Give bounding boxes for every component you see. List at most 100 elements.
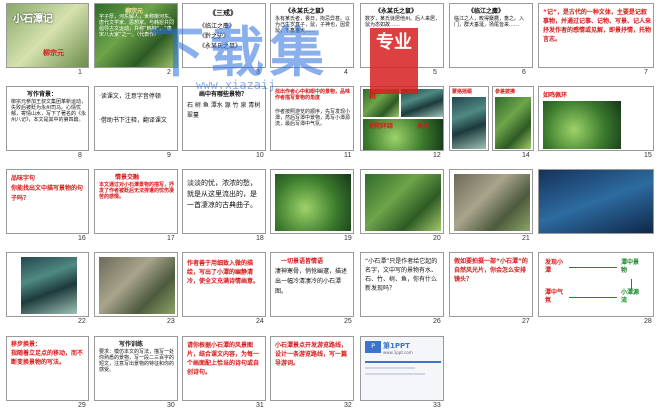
divider: [365, 367, 415, 369]
slide-title: 如鸣佩环: [543, 92, 568, 99]
slide-image: [454, 174, 530, 231]
watermark-badge: 专业: [370, 28, 418, 94]
slide-thumbnail[interactable]: 写作背景： 柳宗元参加王叔文集团革新运动，失败后被贬为永州司马。心情忧郁，寄情山…: [6, 86, 89, 151]
slide-image: [275, 174, 351, 231]
slide-number: 29: [78, 402, 86, 409]
slide-number: 22: [78, 318, 86, 325]
slide-number: 4: [344, 69, 348, 76]
slide-thumbnail[interactable]: “小石潭”只是作者给它起的名字，文中写的景物有水、石、竹、树、鱼，你有什么新发现…: [360, 252, 444, 317]
slide-text: 本文通过对小石潭景物的描写，抒发了作者被贬后无法排遣的忧伤凄苦的感情。: [99, 182, 175, 200]
slide-number: 6: [522, 69, 526, 76]
slide-text: 柳宗元参加王叔文集团革新运动，失败后被贬为永州司马。心情忧郁，寄情山水，写下了著…: [11, 99, 87, 123]
slide-thumbnail[interactable]: [270, 169, 354, 234]
slide-number: 11: [344, 152, 352, 159]
slide-image: [99, 257, 175, 314]
slide-image: [543, 101, 621, 149]
slide-thumbnail[interactable]: 发现小潭 潭中景物 小潭源流 潭中气氛: [538, 252, 654, 317]
slide-title: 《临江之麋》: [468, 8, 505, 15]
slide-sorter-grid: 小石潭记 柳宗元 1 柳宗元 字子厚，河东解人，世称柳河东。唐代文学家、思想家。…: [0, 0, 660, 410]
slide-title: 写作背景：: [27, 91, 58, 98]
slide-number: 9: [167, 152, 171, 159]
slide-image: [21, 257, 77, 314]
slide-title: “记”，是古代的一种文体，主要是记叙事物，并通过记事、记物、写景、记人来抒发作者…: [543, 9, 652, 43]
slide-item: 发现小潭: [545, 259, 564, 274]
slide-title: 小石潭记: [13, 14, 53, 25]
slide-number: 25: [344, 318, 352, 325]
slide-thumbnail[interactable]: 找出作者心中和眼中的景物，品味作者描写景物的角度 作者按照游览的顺序，先写发现小…: [270, 86, 354, 151]
slide-thumbnail[interactable]: [360, 169, 444, 234]
slide-text: 石 树 鱼 潭水 源 竹 泉 青树 翠蔓: [187, 102, 263, 119]
slide-title: ·读课文，注意字音停顿: [99, 93, 161, 100]
slide-thumbnail[interactable]: 一切景语皆情语 凄神寒骨，悄怆幽邃，描述出一幅冷清凄冷的小石潭图。: [270, 252, 354, 317]
slide-thumbnail[interactable]: 树 树阴环绕 泉水: [360, 86, 444, 151]
slide-thumbnail[interactable]: 请你根据小石潭的风景图片，结合课文内容，为每一个画面配上恰当的诗句或自创诗句。: [182, 336, 266, 401]
slide-number: 27: [522, 318, 530, 325]
divider: [365, 361, 441, 363]
slide-number: 18: [256, 235, 264, 242]
slide-thumbnail[interactable]: 作者善于用细致入微的描绘，写出了小潭的幽静清冷，使全文充满诗情画意。: [182, 252, 266, 317]
slide-item: 潭中景物: [621, 259, 640, 274]
slide-text: “小石潭”只是作者给它起的名字，文中写的景物有水、石、竹、树、鱼，你有什么新发现…: [365, 258, 438, 292]
slide-number: 21: [522, 235, 530, 242]
slide-thumbnail[interactable]: [6, 252, 89, 317]
slide-text: 数岁，某氏徙居他州。后人来居，鼠为态如故……: [365, 16, 441, 28]
ppt-logo-icon: P: [365, 341, 381, 353]
slide-url: www.1ppt.com: [383, 350, 413, 355]
slide-thumbnail[interactable]: [94, 252, 178, 317]
slide-number: 19: [344, 235, 352, 242]
slide-title: 品味字句: [11, 175, 36, 182]
slide-number: 33: [433, 402, 441, 409]
slide-number: 14: [522, 152, 530, 159]
slide-number: 28: [644, 318, 652, 325]
slide-number: 16: [78, 235, 86, 242]
slide-number: 26: [433, 318, 441, 325]
slide-thumbnail[interactable]: 情景交融 本文通过对小石潭景物的描写，抒发了作者被贬后无法排遣的忧伤凄苦的感情。: [94, 169, 178, 234]
slide-thumbnail[interactable]: “记”，是古代的一种文体，主要是记叙事物，并通过记事、记物、写景、记人来抒发作者…: [538, 3, 654, 68]
slide-thumbnail[interactable]: [538, 169, 654, 234]
slide-thumbnail[interactable]: P 第1PPT www.1ppt.com: [360, 336, 444, 401]
slide-thumbnail[interactable]: 小石潭记 柳宗元: [6, 3, 89, 68]
slide-text: 凄神寒骨，悄怆幽邃，描述出一幅冷清凄冷的小石潭图。: [275, 268, 348, 295]
slide-text: 要求：模仿本文的写法，描写一处你熟悉的景物，写一段二三百字的短文，注意写出景物的…: [99, 349, 175, 373]
slide-number: 24: [256, 318, 264, 325]
slide-label: 树阴环绕: [369, 123, 394, 130]
slide-text: 指随着立足点的移动，而不断变换景物的写法。: [11, 350, 84, 366]
slide-image: [365, 174, 441, 231]
slide-text: 作者按照游览的顺序，先写发现小潭，然后写潭中景物，再写小潭源流，最后写潭中气氛。: [275, 109, 351, 127]
slide-number: 10: [256, 152, 264, 159]
divider: [365, 373, 425, 375]
slide-thumbnail[interactable]: 品味字句 你能找出文中描写景物的句子吗？: [6, 169, 89, 234]
slide-thumbnail[interactable]: 小石潭景点开发游览路线，设计一条游览路线，写一篇导游词。: [270, 336, 354, 401]
watermark-text: 下载集: [150, 21, 330, 84]
slide-thumbnail[interactable]: 参差披拂: [492, 86, 534, 151]
slide-text: 临江之人，畋得麋麑，畜之。入门，群犬垂涎，扬尾皆来……: [454, 16, 525, 28]
slide-text: 你能找出文中描写景物的句子吗？: [11, 185, 84, 202]
slide-number: 8: [78, 152, 82, 159]
slide-author: 柳宗元: [43, 49, 64, 57]
slide-thumbnail[interactable]: 蒙络摇缀: [449, 86, 489, 151]
slide-number: 15: [644, 152, 652, 159]
slide-thumbnail[interactable]: 《临江之麋》 临江之人，畋得麋麑，畜之。入门，群犬垂涎，扬尾皆来……: [449, 3, 533, 68]
slide-image: [452, 97, 486, 149]
slide-number: 32: [344, 402, 352, 409]
slide-title: 蒙络摇缀: [452, 89, 473, 95]
slide-thumbnail[interactable]: 画中有哪些景物？ 石 树 鱼 潭水 源 竹 泉 青树 翠蔓: [182, 86, 266, 151]
slide-number: 23: [167, 318, 175, 325]
slide-number: 17: [167, 235, 175, 242]
slide-title: 找出作者心中和眼中的景物，品味作者描写景物的角度: [275, 89, 351, 101]
slide-thumbnail[interactable]: 假如要拍摄一部“小石潭”的自然风光片，你会怎么安排镜头？: [449, 252, 533, 317]
slide-thumbnail[interactable]: [449, 169, 533, 234]
slide-number: 5: [433, 69, 437, 76]
slide-title: 假如要拍摄一部“小石潭”的自然风光片，你会怎么安排镜头？: [454, 258, 528, 283]
slide-number: 7: [644, 69, 648, 76]
slide-thumbnail[interactable]: 移步换景： 指随着立足点的移动，而不断变换景物的写法。: [6, 336, 89, 401]
slide-title: 写作训练: [119, 341, 144, 348]
slide-text: ·借助书下注释，翻译课文: [99, 117, 167, 124]
slide-title: 小石潭景点开发游览路线，设计一条游览路线，写一篇导游词。: [275, 342, 348, 367]
slide-thumbnail[interactable]: ·读课文，注意字音停顿 ·借助书下注释，翻译课文: [94, 86, 178, 151]
slide-thumbnail[interactable]: 淡淡的忧，浓浓的愁，就是从这里流出的，是一首凄凉的古典曲子。: [182, 169, 266, 234]
slide-thumbnail[interactable]: 如鸣佩环: [538, 86, 654, 151]
watermark-url: www.xiazaij: [196, 78, 276, 92]
slide-thumbnail[interactable]: 写作训练 要求：模仿本文的写法，描写一处你熟悉的景物，写一段二三百字的短文，注意…: [94, 336, 178, 401]
slide-item: 小潭源流: [621, 289, 640, 304]
